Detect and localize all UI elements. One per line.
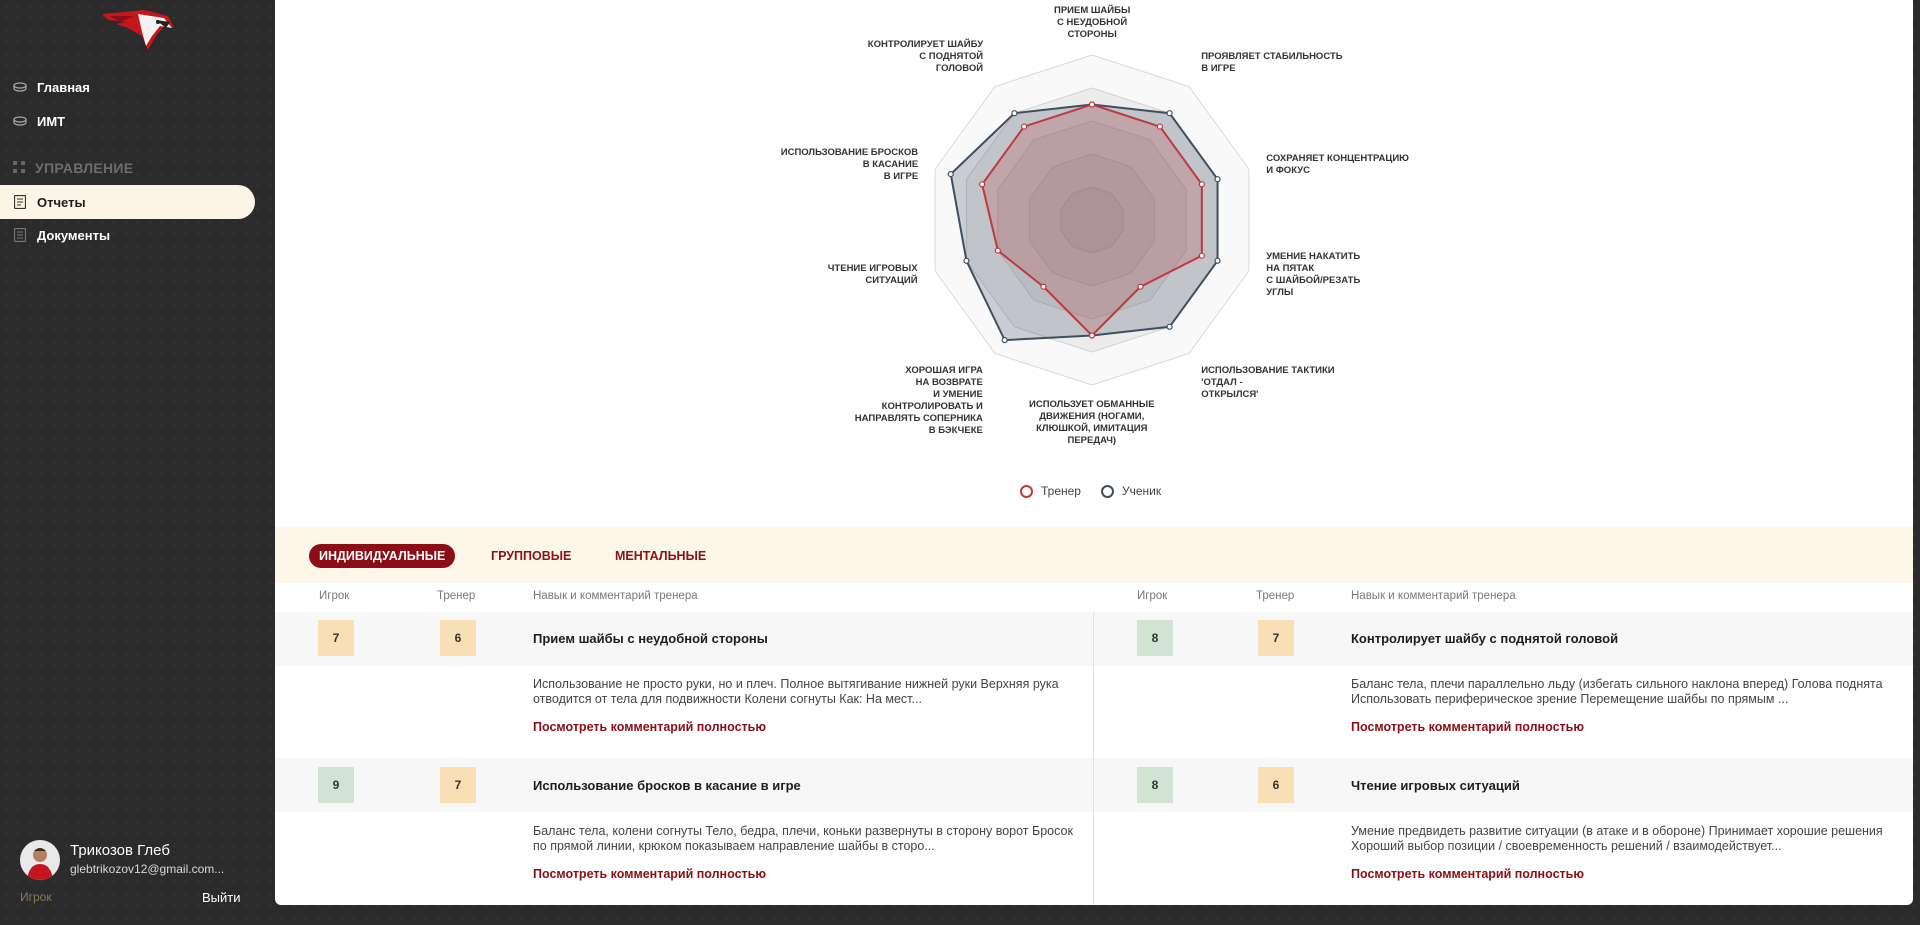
radar-point[interactable] bbox=[1198, 181, 1205, 188]
skill-comment: Баланс тела, колени согнуты Тело, бедра,… bbox=[533, 824, 1073, 853]
radar-point[interactable] bbox=[1040, 283, 1047, 290]
radar-axis-label: ХОРОШАЯ ИГРА НА ВОЗВРАТЕ И УМЕНИЕ КОНТРО… bbox=[854, 364, 983, 436]
coach-score: 6 bbox=[1258, 767, 1294, 803]
radar-axis-label: КОНТРОЛИРУЕТ ШАЙБУ С ПОДНЯТОЙ ГОЛОВОЙ bbox=[867, 39, 984, 75]
skill-comment: Использование не просто руки, но и плеч.… bbox=[533, 677, 1059, 706]
document-icon bbox=[13, 228, 27, 242]
radar-axis-label: ПРИЕМ ШАЙБЫ С НЕУДОБНОЙ СТОРОНЫ bbox=[1054, 5, 1131, 40]
radar-point[interactable] bbox=[1088, 332, 1096, 339]
user-role: Игрок bbox=[20, 890, 52, 904]
tab-mental[interactable]: МЕНТАЛЬНЫЕ bbox=[605, 544, 716, 568]
skill-comment: Баланс тела, плечи параллельно льду (изб… bbox=[1351, 677, 1883, 706]
legend-student-marker bbox=[1100, 484, 1114, 498]
radar-point[interactable] bbox=[1137, 283, 1144, 290]
column-coach: Тренер bbox=[1256, 590, 1295, 602]
radar-point[interactable] bbox=[1214, 257, 1221, 264]
radar-axis-label: ИСПОЛЬЗУЕТ ОБМАННЫЕ ДВИЖЕНИЯ (НОГАМИ, КЛ… bbox=[1029, 399, 1155, 446]
sidebar-item-documents[interactable]: Документы bbox=[0, 218, 255, 252]
legend-coach-label: Тренер bbox=[1041, 484, 1081, 498]
view-comment-link[interactable]: Посмотреть комментарий полностью bbox=[1351, 867, 1584, 881]
column-skill: Навык и комментарий тренера bbox=[1351, 590, 1516, 602]
player-score: 8 bbox=[1137, 620, 1173, 656]
coach-score: 6 bbox=[440, 620, 476, 656]
radar-point[interactable] bbox=[1166, 323, 1173, 330]
user-email: glebtrikozov12@gmail.com... bbox=[70, 862, 225, 876]
sidebar-item-home[interactable]: Главная bbox=[0, 70, 255, 104]
column-player: Игрок bbox=[319, 590, 350, 602]
column-coach: Тренер bbox=[437, 590, 476, 602]
sidebar-item-reports[interactable]: Отчеты bbox=[0, 185, 255, 219]
chart-legend: Тренер Ученик bbox=[1020, 484, 1161, 498]
skill-tabs: ИНДИВИДУАЛЬНЫЕ ГРУППОВЫЕ МЕНТАЛЬНЫЕ bbox=[275, 527, 1913, 583]
skill-title: Прием шайбы с неудобной стороны bbox=[533, 631, 768, 646]
radar-axis-label: ИСПОЛЬЗОВАНИЕ БРОСКОВ В КАСАНИЕ В ИГРЕ bbox=[780, 146, 919, 182]
sidebar-item-label: Главная bbox=[37, 79, 90, 95]
skill-comment: Умение предвидеть развитие ситуации (в а… bbox=[1351, 824, 1883, 853]
radar-axis-label: ПРОЯВЛЯЕТ СТАБИЛЬНОСТЬ В ИГРЕ bbox=[1201, 51, 1343, 75]
player-score: 7 bbox=[318, 620, 354, 656]
radar-point[interactable] bbox=[947, 171, 954, 178]
avatar bbox=[20, 840, 60, 880]
skill-title: Контролирует шайбу с поднятой головой bbox=[1351, 631, 1619, 646]
radar-axis-label: ЧТЕНИЕ ИГРОВЫХ СИТУАЦИЙ bbox=[827, 263, 918, 287]
logout-button[interactable]: Выйти bbox=[202, 890, 241, 905]
legend-student-label: Ученик bbox=[1121, 484, 1162, 498]
radar-point[interactable] bbox=[1156, 123, 1163, 130]
coach-score: 7 bbox=[1258, 620, 1294, 656]
radar-point[interactable] bbox=[1011, 110, 1018, 117]
player-score: 8 bbox=[1137, 767, 1173, 803]
skill-title: Чтение игровых ситуаций bbox=[1351, 778, 1520, 793]
radar-point[interactable] bbox=[1166, 110, 1173, 117]
avangard-logo[interactable] bbox=[98, 6, 176, 54]
radar-point[interactable] bbox=[963, 257, 970, 264]
puck-icon bbox=[13, 80, 27, 94]
report-icon bbox=[13, 195, 27, 209]
sidebar-item-imt[interactable]: ИМТ bbox=[0, 104, 255, 138]
radar-point[interactable] bbox=[1198, 252, 1205, 259]
sidebar-item-label: Отчеты bbox=[37, 194, 86, 210]
main-panel: ПРИЕМ ШАЙБЫ С НЕУДОБНОЙ СТОРОНЫ ПРОЯВЛЯЕТ… bbox=[275, 0, 1913, 905]
coach-score: 7 bbox=[440, 767, 476, 803]
sidebar: Главная ИМТ УПРАВЛЕНИЕ Отчеты Документы … bbox=[0, 0, 274, 925]
radar-axis-label: СОХРАНЯЕТ КОНЦЕНТРАЦИЮ И ФОКУС bbox=[1266, 152, 1409, 176]
user-profile[interactable]: Трикозов Глеб glebtrikozov12@gmail.com..… bbox=[20, 840, 250, 884]
column-divider bbox=[1093, 612, 1094, 905]
section-title-manage: УПРАВЛЕНИЕ bbox=[0, 156, 133, 180]
radar-point[interactable] bbox=[994, 247, 1001, 254]
radar-axis-label: УМЕНИЕ НАКАТИТЬ НА ПЯТАК С ШАЙБОЙ/РЕЗАТЬ… bbox=[1266, 251, 1361, 299]
skill-title: Использование бросков в касание в игре bbox=[533, 778, 801, 793]
radar-point[interactable] bbox=[1001, 337, 1008, 344]
radar-point[interactable] bbox=[979, 181, 986, 188]
tab-individual[interactable]: ИНДИВИДУАЛЬНЫЕ bbox=[309, 544, 456, 568]
radar-point[interactable] bbox=[1021, 123, 1028, 130]
player-score: 9 bbox=[318, 767, 354, 803]
radar-axis-label: ИСПОЛЬЗОВАНИЕ ТАКТИКИ 'ОТДАЛ - ОТКРЫЛСЯ' bbox=[1201, 364, 1335, 400]
view-comment-link[interactable]: Посмотреть комментарий полностью bbox=[1351, 720, 1584, 734]
sidebar-item-label: Документы bbox=[37, 227, 111, 243]
radar-chart: ПРИЕМ ШАЙБЫ С НЕУДОБНОЙ СТОРОНЫ ПРОЯВЛЯЕТ… bbox=[275, 0, 1913, 525]
column-skill: Навык и комментарий тренера bbox=[533, 590, 698, 602]
radar-point[interactable] bbox=[1088, 101, 1096, 108]
radar-point[interactable] bbox=[1214, 176, 1221, 183]
view-comment-link[interactable]: Посмотреть комментарий полностью bbox=[533, 867, 766, 881]
column-player: Игрок bbox=[1137, 590, 1168, 602]
tab-group[interactable]: ГРУППОВЫЕ bbox=[481, 544, 581, 568]
sidebar-item-label: ИМТ bbox=[37, 113, 66, 129]
grid-icon bbox=[13, 160, 25, 176]
legend-coach-marker bbox=[1020, 484, 1033, 498]
user-name: Трикозов Глеб bbox=[70, 842, 170, 859]
view-comment-link[interactable]: Посмотреть комментарий полностью bbox=[533, 720, 766, 734]
puck-icon bbox=[13, 114, 27, 128]
